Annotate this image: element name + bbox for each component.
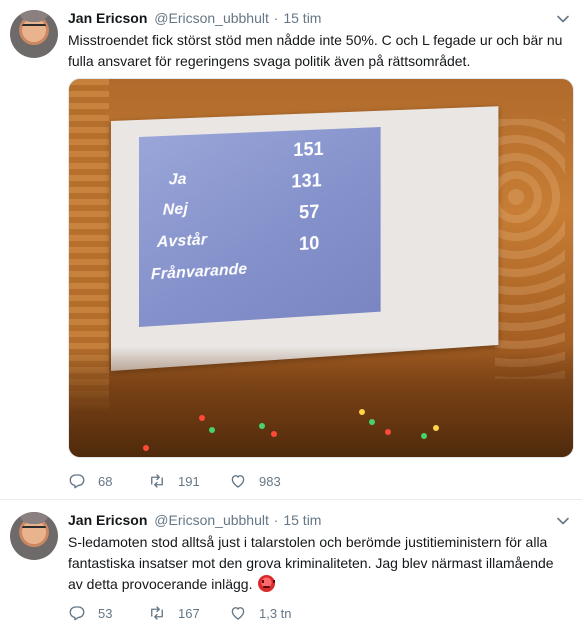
vote-label-franvarande: Frånvarande	[151, 261, 247, 284]
author-handle[interactable]: @Ericson_ubbhult	[154, 10, 269, 26]
retweet-count: 191	[178, 474, 200, 489]
like-count: 983	[259, 474, 281, 489]
author-name[interactable]: Jan Ericson	[68, 10, 147, 26]
vote-label-nej: Nej	[163, 201, 188, 220]
tweet-header: Jan Ericson @Ericson_ubbhult · 15 tim	[68, 512, 570, 530]
separator: ·	[274, 512, 279, 528]
like-count: 1,3 tn	[259, 606, 292, 621]
chevron-down-icon[interactable]	[556, 12, 570, 26]
like-button[interactable]: 1,3 tn	[229, 602, 292, 624]
tweet-text: Misstroendet fick störst stöd men nådde …	[68, 30, 568, 72]
retweet-button[interactable]: 167	[148, 602, 200, 624]
avatar[interactable]	[10, 512, 58, 560]
vote-value-ja: 151	[293, 139, 323, 162]
tweet-photo[interactable]: 151 Ja 131 Nej 57 Avstår 10 Frånvarande	[68, 78, 574, 458]
reply-count: 53	[98, 606, 112, 621]
heart-icon	[229, 604, 247, 622]
vote-value-nej: 131	[291, 171, 321, 194]
heart-icon	[229, 472, 247, 490]
vote-label-avstar: Avstår	[157, 231, 207, 252]
reply-button[interactable]: 53	[68, 602, 112, 624]
tweet-actions: 68 191 983	[68, 470, 448, 492]
tweet-text: S-ledamoten stod alltså just i talarstol…	[68, 532, 568, 595]
reply-icon	[68, 472, 86, 490]
tweet-actions: 53 167 1,3 tn	[68, 602, 448, 624]
like-button[interactable]: 983	[229, 470, 281, 492]
timestamp[interactable]: 15 tim	[283, 512, 321, 528]
avatar[interactable]	[10, 10, 58, 58]
vote-label-ja: Ja	[169, 171, 187, 190]
reply-count: 68	[98, 474, 112, 489]
retweet-count: 167	[178, 606, 200, 621]
author-name[interactable]: Jan Ericson	[68, 512, 147, 528]
vote-value-franvarande: 10	[299, 233, 319, 256]
chevron-down-icon[interactable]	[556, 514, 570, 528]
voting-screen: 151 Ja 131 Nej 57 Avstår 10 Frånvarande	[139, 127, 381, 327]
timestamp[interactable]: 15 tim	[283, 10, 321, 26]
vote-value-avstar: 57	[299, 202, 319, 225]
tweet[interactable]: Jan Ericson @Ericson_ubbhult · 15 tim Mi…	[0, 0, 582, 499]
tweet[interactable]: Jan Ericson @Ericson_ubbhult · 15 tim S-…	[0, 499, 582, 633]
retweet-icon	[148, 472, 166, 490]
tweet-text-body: S-ledamoten stod alltså just i talarstol…	[68, 534, 554, 592]
author-handle[interactable]: @Ericson_ubbhult	[154, 512, 269, 528]
reply-icon	[68, 604, 86, 622]
reply-button[interactable]: 68	[68, 470, 112, 492]
separator: ·	[274, 10, 279, 26]
retweet-icon	[148, 604, 166, 622]
tweet-header: Jan Ericson @Ericson_ubbhult · 15 tim	[68, 10, 570, 28]
angry-face-icon	[258, 575, 275, 592]
retweet-button[interactable]: 191	[148, 470, 200, 492]
